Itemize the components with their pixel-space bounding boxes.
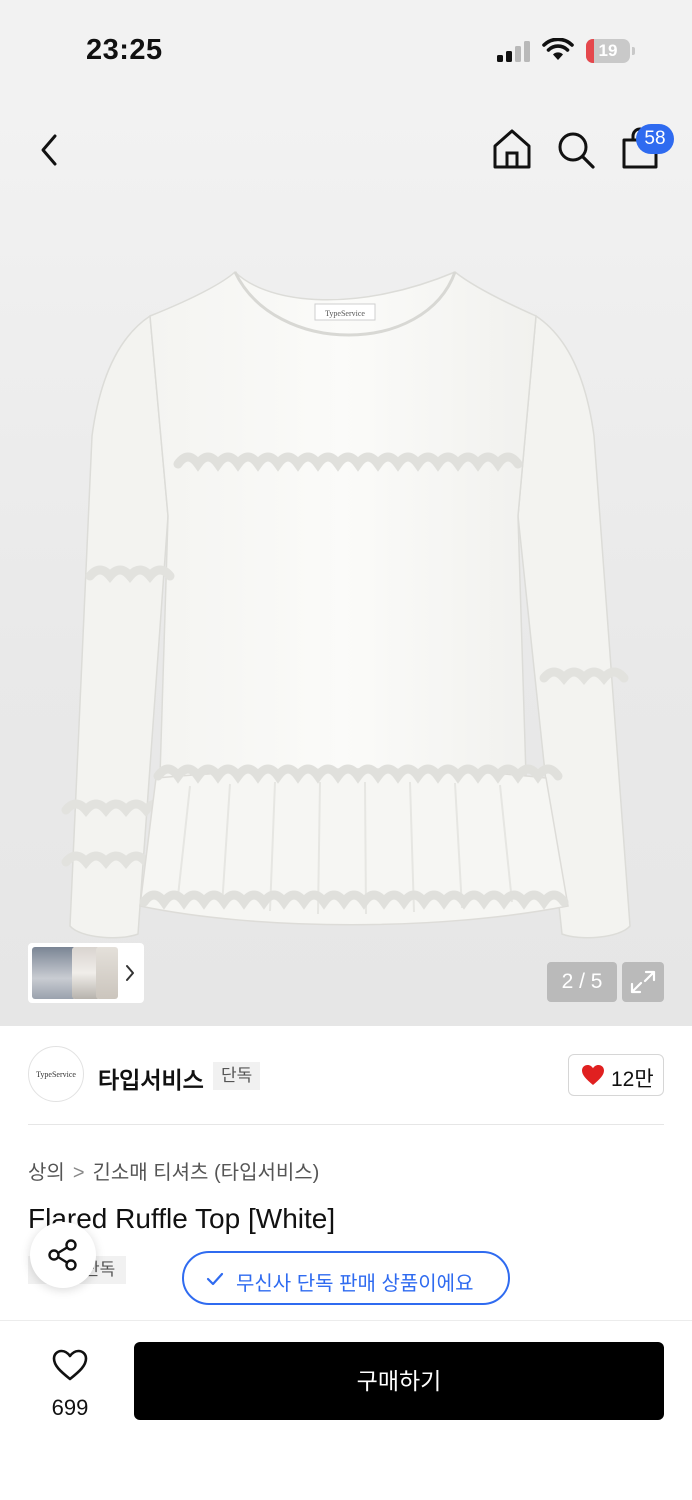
cart-count-badge: 58 (636, 124, 674, 154)
brand-name[interactable]: 타입서비스 (98, 1061, 204, 1095)
wishlist-button[interactable]: 699 (30, 1343, 110, 1433)
exclusive-tag: 단독 (213, 1062, 261, 1090)
divider (28, 1124, 664, 1125)
toast-message: 무신사 단독 판매 상품이에요 (236, 1273, 474, 1295)
brand-like-button[interactable]: 12만 (568, 1054, 664, 1096)
breadcrumb-item[interactable]: 상의 (28, 1156, 65, 1185)
breadcrumb-item[interactable]: 긴소매 티셔츠 (타입서비스) (93, 1156, 320, 1185)
brand-label-text: TypeService (325, 309, 365, 318)
breadcrumb-separator-icon: > (72, 1162, 85, 1184)
exclusive-toast: 무신사 단독 판매 상품이에요 (182, 1251, 510, 1305)
battery-indicator: 19 (586, 39, 636, 63)
model-photo-thumbnail[interactable] (28, 943, 144, 1003)
status-time: 23:25 (86, 34, 163, 66)
heart-filled-icon (582, 1065, 604, 1085)
buy-button[interactable]: 구매하기 (134, 1342, 664, 1420)
check-icon (206, 1272, 224, 1286)
battery-level: 19 (598, 41, 618, 60)
share-button[interactable] (30, 1222, 96, 1288)
expand-image-button[interactable] (622, 962, 664, 1002)
wifi-icon (542, 38, 574, 60)
bottom-action-bar: 699 구매하기 (0, 1320, 692, 1500)
expand-icon (630, 970, 656, 994)
cellular-signal-icon (497, 41, 530, 62)
brand-like-count: 12만 (611, 1068, 654, 1091)
heart-outline-icon (52, 1349, 88, 1381)
chevron-left-icon[interactable] (28, 128, 72, 172)
wishlist-count: 699 (51, 1395, 89, 1420)
chevron-right-icon (126, 965, 134, 981)
brand-row[interactable]: TypeService 타입서비스 단독 12만 (28, 1046, 664, 1106)
search-icon[interactable] (554, 128, 598, 172)
status-bar: 23:25 19 (0, 0, 692, 100)
product-image-gallery[interactable]: 58 TypeService 2 / 5 (0, 100, 692, 1026)
thumbnail-image (32, 947, 76, 999)
image-page-indicator: 2 / 5 (547, 962, 617, 1002)
home-icon[interactable] (490, 126, 534, 172)
share-icon (48, 1239, 77, 1271)
thumbnail-image (96, 947, 118, 999)
brand-logo[interactable]: TypeService (28, 1046, 84, 1102)
product-image: TypeService (61, 270, 631, 939)
breadcrumb: 상의 > 긴소매 티셔츠 (타입서비스) (28, 1156, 319, 1185)
